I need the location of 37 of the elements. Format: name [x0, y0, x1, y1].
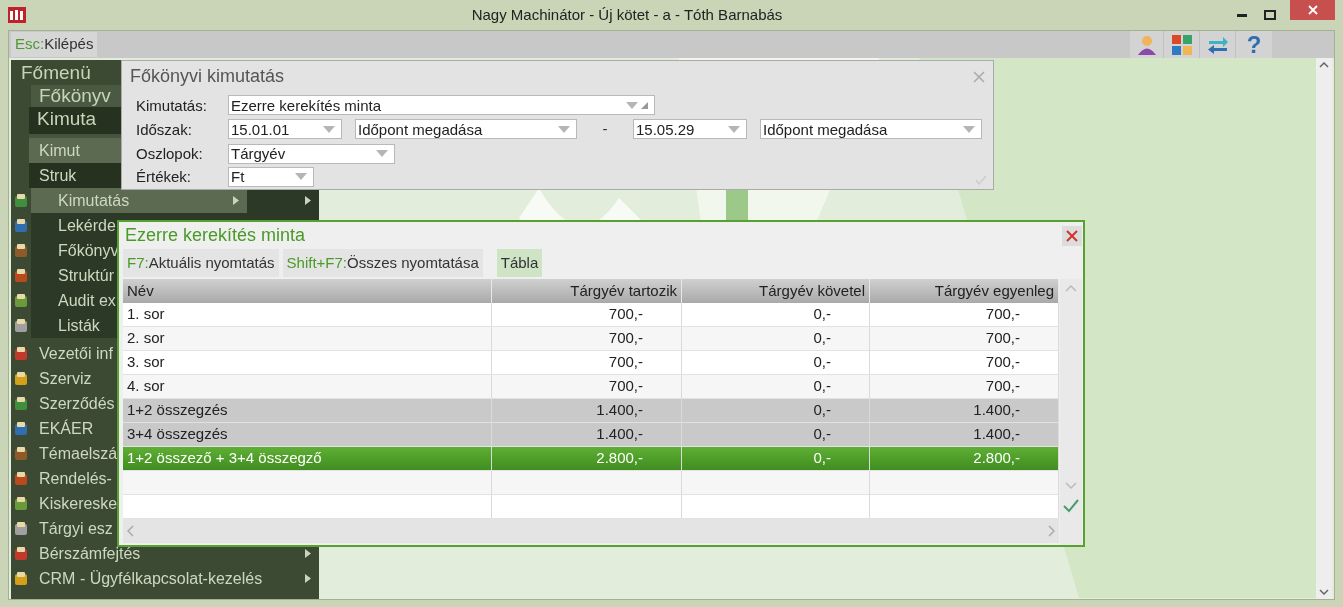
- table-cell: 1+2 összegzés: [123, 399, 492, 422]
- table-cell: 1.400,-: [492, 399, 682, 422]
- table-cell: 700,-: [870, 351, 1059, 374]
- table-cell: 0,-: [682, 327, 870, 350]
- table-cell: 700,-: [870, 375, 1059, 398]
- table-cell: 0,-: [682, 303, 870, 326]
- table-cell: 0,-: [682, 447, 870, 470]
- table-cell: 2.800,-: [870, 447, 1059, 470]
- table-cell: 0,-: [682, 399, 870, 422]
- table-cell: 3+4 összegzés: [123, 423, 492, 446]
- table-cell: 700,-: [492, 375, 682, 398]
- field-label: Kimutatás:: [136, 97, 208, 113]
- table-cell: 700,-: [492, 351, 682, 374]
- table-cell: 2. sor: [123, 327, 492, 350]
- table-cell: 1. sor: [123, 303, 492, 326]
- table-cell: 4. sor: [123, 375, 492, 398]
- field-label: Oszlopok:: [136, 146, 204, 161]
- table-cell: 700,-: [870, 327, 1059, 350]
- table-cell: 0,-: [682, 375, 870, 398]
- table-cell: 1.400,-: [492, 423, 682, 446]
- table-cell: 700,-: [492, 327, 682, 350]
- table-cell: 1.400,-: [870, 399, 1059, 422]
- table-cell: 1+2 összező + 3+4 összegző: [123, 447, 492, 470]
- table-cell: 0,-: [682, 423, 870, 446]
- dialog-title: Főkönyvi kimutatás: [130, 65, 285, 88]
- window-title: Ezerre kerekítés minta: [125, 224, 306, 247]
- table-cell: 3. sor: [123, 351, 492, 374]
- menu-title: Főmenü: [21, 61, 91, 85]
- table-cell: 0,-: [682, 351, 870, 374]
- table-cell: 700,-: [492, 303, 682, 326]
- range-separator: -: [601, 119, 609, 139]
- table-cell: 2.800,-: [492, 447, 682, 470]
- field-label: Időszak:: [136, 121, 193, 137]
- table-cell: 1.400,-: [870, 423, 1059, 446]
- field-label: Értékek:: [136, 169, 193, 184]
- table-cell: 700,-: [870, 303, 1059, 326]
- window-title: Nagy Machinátor - Új kötet - a - Tóth Barnabás: [470, 4, 784, 25]
